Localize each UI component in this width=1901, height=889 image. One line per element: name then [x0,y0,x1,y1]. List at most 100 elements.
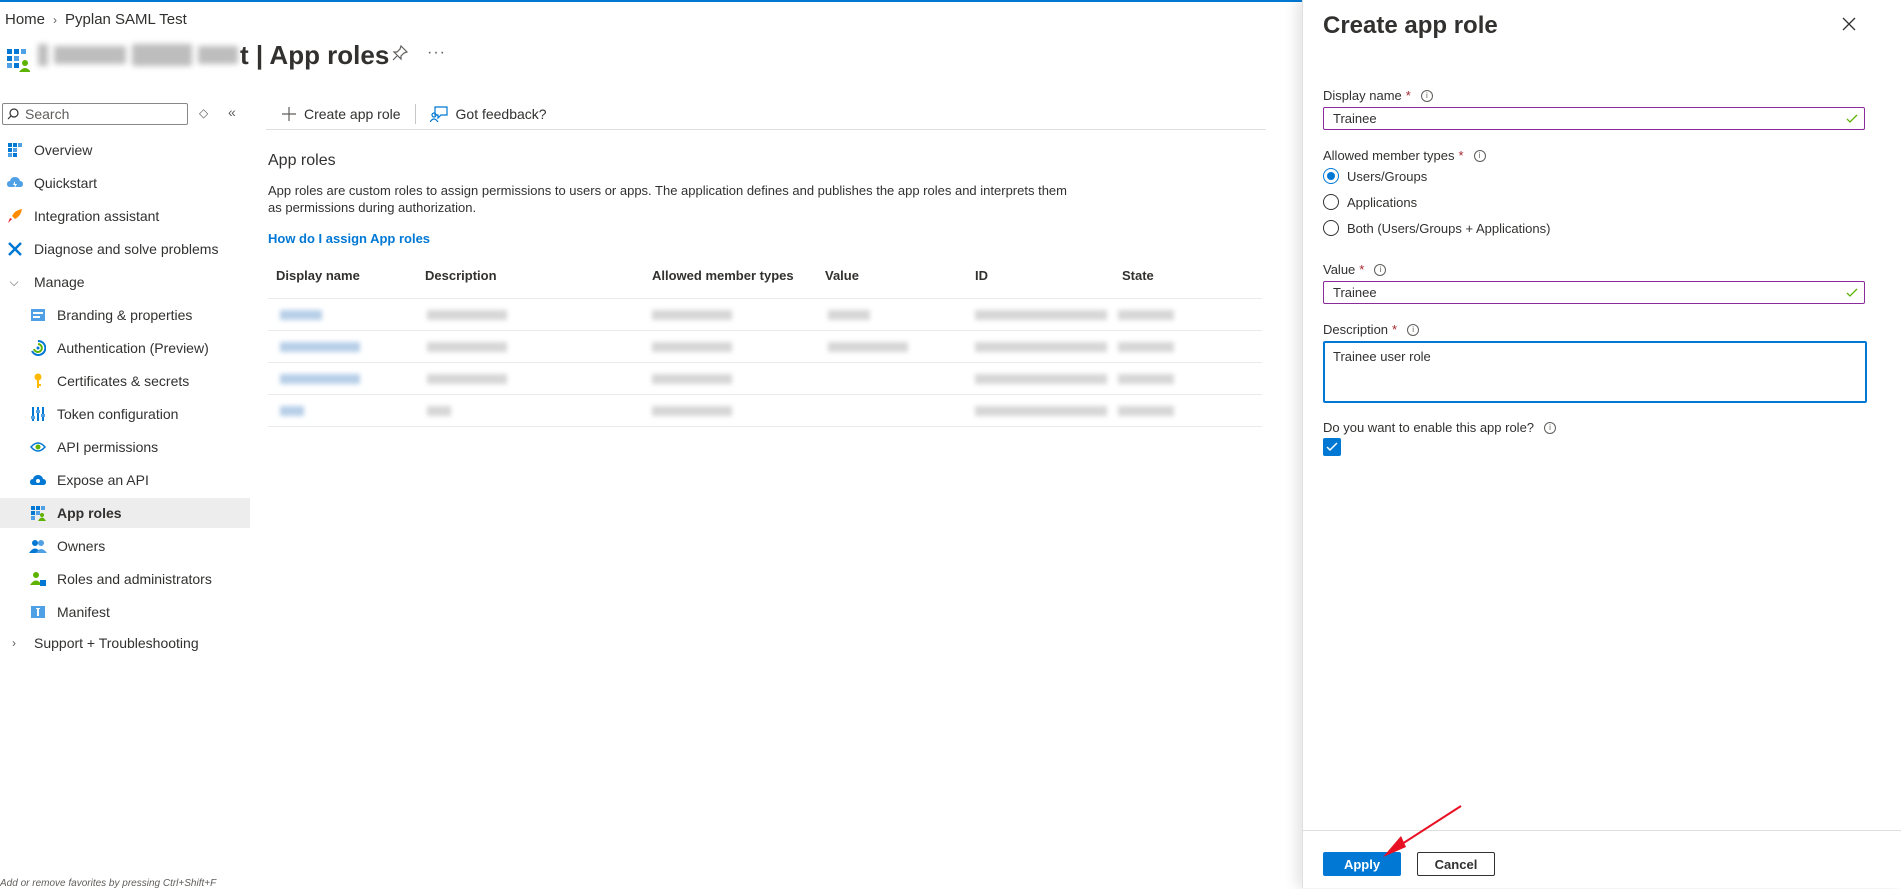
redacted-cell [975,342,1107,352]
nav-certificates[interactable]: Certificates & secrets [0,366,250,396]
branding-icon [29,306,47,324]
help-link[interactable]: How do I assign App roles [268,231,430,246]
radio-circle [1323,220,1339,236]
plus-icon [282,107,296,121]
owners-icon [29,537,47,555]
footer-divider [1303,830,1901,831]
favorites-hint: Add or remove favorites by pressing Ctrl… [0,878,217,889]
nav-overview[interactable]: Overview [0,135,256,165]
nav-label: Diagnose and solve problems [34,241,219,257]
chevron-down-icon: ⌵ [9,274,19,289]
redacted-cell [652,406,732,416]
nav-label: Branding & properties [57,307,193,323]
nav-manage-group[interactable]: ⌵ Manage [0,267,256,297]
radio-label: Applications [1347,194,1418,210]
redacted-cell [1118,406,1174,416]
nav-search-box[interactable] [2,103,188,125]
nav-branding[interactable]: Branding & properties [0,300,250,330]
nav-manifest[interactable]: Manifest [0,597,250,627]
checkmark-icon [1846,288,1858,297]
breadcrumb: Home › Pyplan SAML Test [5,11,187,28]
create-app-role-button[interactable]: Create app role [278,100,405,128]
display-name-label: Display name * i [1323,88,1433,103]
more-options-icon[interactable]: ··· [427,44,446,62]
nav-expose-api[interactable]: Expose an API [0,465,250,495]
authentication-icon [29,339,47,357]
toolbar-divider [414,104,416,124]
close-icon[interactable] [1841,16,1857,32]
nav-api-permissions[interactable]: API permissions [0,432,250,462]
nav-label: API permissions [57,439,159,455]
nav-diagnose[interactable]: Diagnose and solve problems [0,234,256,264]
nav-token-configuration[interactable]: Token configuration [0,399,250,429]
checkmark-icon [1326,442,1338,452]
display-name-label-text: Display name [1323,88,1402,103]
redacted-cell [1118,342,1174,352]
redacted-cell [427,406,451,416]
description-textarea[interactable]: Trainee user role [1331,347,1863,401]
create-app-role-panel: Create app role Display name*i Allowed m… [1302,0,1901,888]
redacted-cell [280,342,360,352]
expand-collapse-icon[interactable]: ◇ [199,106,208,120]
radio-selected-dot [1327,172,1335,180]
value-input[interactable] [1331,284,1846,301]
info-icon[interactable]: i [1374,263,1387,276]
info-icon[interactable]: i [1544,421,1557,434]
info-icon[interactable]: i [1407,323,1420,336]
nav-authentication[interactable]: Authentication (Preview) [0,333,250,363]
red-arrow-annotation [1383,805,1462,857]
row-divider [268,394,1262,395]
nav-label: Authentication (Preview) [57,340,209,356]
cancel-button[interactable]: Cancel [1417,852,1495,876]
row-divider [268,330,1262,331]
feedback-button[interactable]: Got feedback? [426,100,551,128]
value-field[interactable] [1323,281,1865,304]
info-icon[interactable]: i [1420,89,1433,102]
nav-label: Manage [34,274,85,290]
redacted-cell [975,406,1107,416]
redacted-cell [427,342,507,352]
radio-both[interactable]: Both (Users/Groups + Applications) [1323,220,1550,236]
redacted-cell [427,310,507,320]
collapse-menu-icon[interactable]: « [228,104,236,120]
search-icon [7,108,19,120]
search-input[interactable] [23,105,177,123]
display-name-field[interactable] [1323,107,1865,130]
value-label-text: Value [1323,262,1356,277]
column-header-value[interactable]: Value [825,268,859,283]
apply-button[interactable]: Apply [1323,852,1401,876]
nav-support-group[interactable]: › Support + Troubleshooting [0,628,256,658]
required-marker: * [1359,262,1365,277]
redacted-cell [280,374,360,384]
column-header-id[interactable]: ID [975,268,988,283]
display-name-input[interactable] [1331,110,1846,127]
column-header-state[interactable]: State [1122,268,1154,283]
redacted-cell [652,310,732,320]
column-header-description[interactable]: Description [425,268,497,283]
nav-roles-administrators[interactable]: Roles and administrators [0,564,250,594]
rocket-icon [6,207,24,225]
nav-owners[interactable]: Owners [0,531,250,561]
info-icon[interactable]: i [1473,149,1486,162]
api-permissions-icon [29,438,47,456]
enable-label-text: Do you want to enable this app role? [1323,420,1535,435]
description-label: Description * i [1323,322,1420,337]
breadcrumb-home[interactable]: Home [5,11,45,28]
column-header-display-name[interactable]: Display name [276,268,360,283]
section-description: App roles are custom roles to assign per… [268,183,1067,215]
breadcrumb-app[interactable]: Pyplan SAML Test [65,11,187,28]
redacted-app-name [38,40,248,70]
column-header-member-types[interactable]: Allowed member types [652,268,794,283]
nav-integration-assistant[interactable]: Integration assistant [0,201,256,231]
nav-app-roles[interactable]: App roles [0,498,250,528]
radio-applications[interactable]: Applications [1323,194,1417,210]
description-field[interactable]: Trainee user role [1323,341,1867,403]
row-divider [268,298,1262,299]
radio-users-groups[interactable]: Users/Groups [1323,168,1427,184]
pin-icon[interactable] [392,45,408,61]
nav-quickstart[interactable]: Quickstart [0,168,256,198]
enable-checkbox[interactable] [1323,438,1341,456]
nav-label: Roles and administrators [57,571,212,587]
feedback-label: Got feedback? [455,106,547,122]
required-marker: * [1458,148,1464,163]
